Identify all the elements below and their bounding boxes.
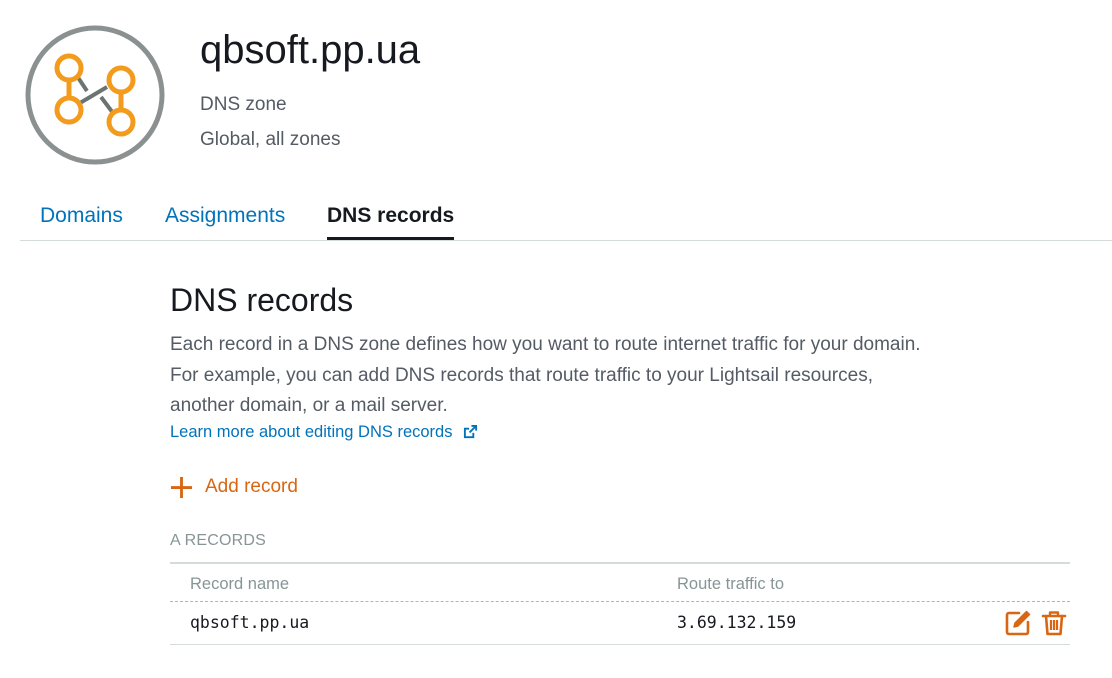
- row-actions: [1004, 609, 1068, 637]
- table-row: qbsoft.pp.ua 3.69.132.159: [170, 602, 1070, 645]
- zone-type: DNS zone: [200, 94, 287, 115]
- external-link-icon: [464, 424, 478, 439]
- add-record-button[interactable]: Add record: [170, 473, 298, 501]
- route-target-cell: 3.69.132.159: [677, 613, 797, 632]
- table-header: Record name Route traffic to: [170, 565, 1070, 602]
- a-records-heading: A RECORDS: [170, 532, 267, 549]
- column-header-record-name: Record name: [190, 575, 290, 593]
- trash-icon[interactable]: [1040, 609, 1068, 637]
- record-name-cell: qbsoft.pp.ua: [190, 613, 310, 632]
- section-description: Each record in a DNS zone defines how yo…: [170, 334, 921, 416]
- tab-bar: Domains Assignments DNS records: [20, 196, 1112, 241]
- dns-zone-icon: [25, 25, 165, 165]
- tab-dns-records[interactable]: DNS records: [327, 202, 455, 240]
- plus-icon: [170, 476, 193, 498]
- section-title: DNS records: [170, 282, 354, 318]
- tab-assignments[interactable]: Assignments: [165, 202, 285, 230]
- learn-more-label: Learn more about editing DNS records: [170, 423, 453, 441]
- column-header-route-traffic-to: Route traffic to: [677, 575, 785, 593]
- dns-zone-page: qbsoft.pp.ua DNS zone Global, all zones …: [0, 0, 1112, 678]
- learn-more-link[interactable]: Learn more about editing DNS records: [170, 421, 478, 443]
- tab-domains[interactable]: Domains: [40, 202, 123, 230]
- a-records-table: Record name Route traffic to qbsoft.pp.u…: [170, 562, 1070, 645]
- zone-region: Global, all zones: [200, 129, 341, 150]
- zone-title: qbsoft.pp.ua: [200, 28, 421, 72]
- edit-icon[interactable]: [1004, 609, 1032, 637]
- add-record-label: Add record: [205, 476, 298, 497]
